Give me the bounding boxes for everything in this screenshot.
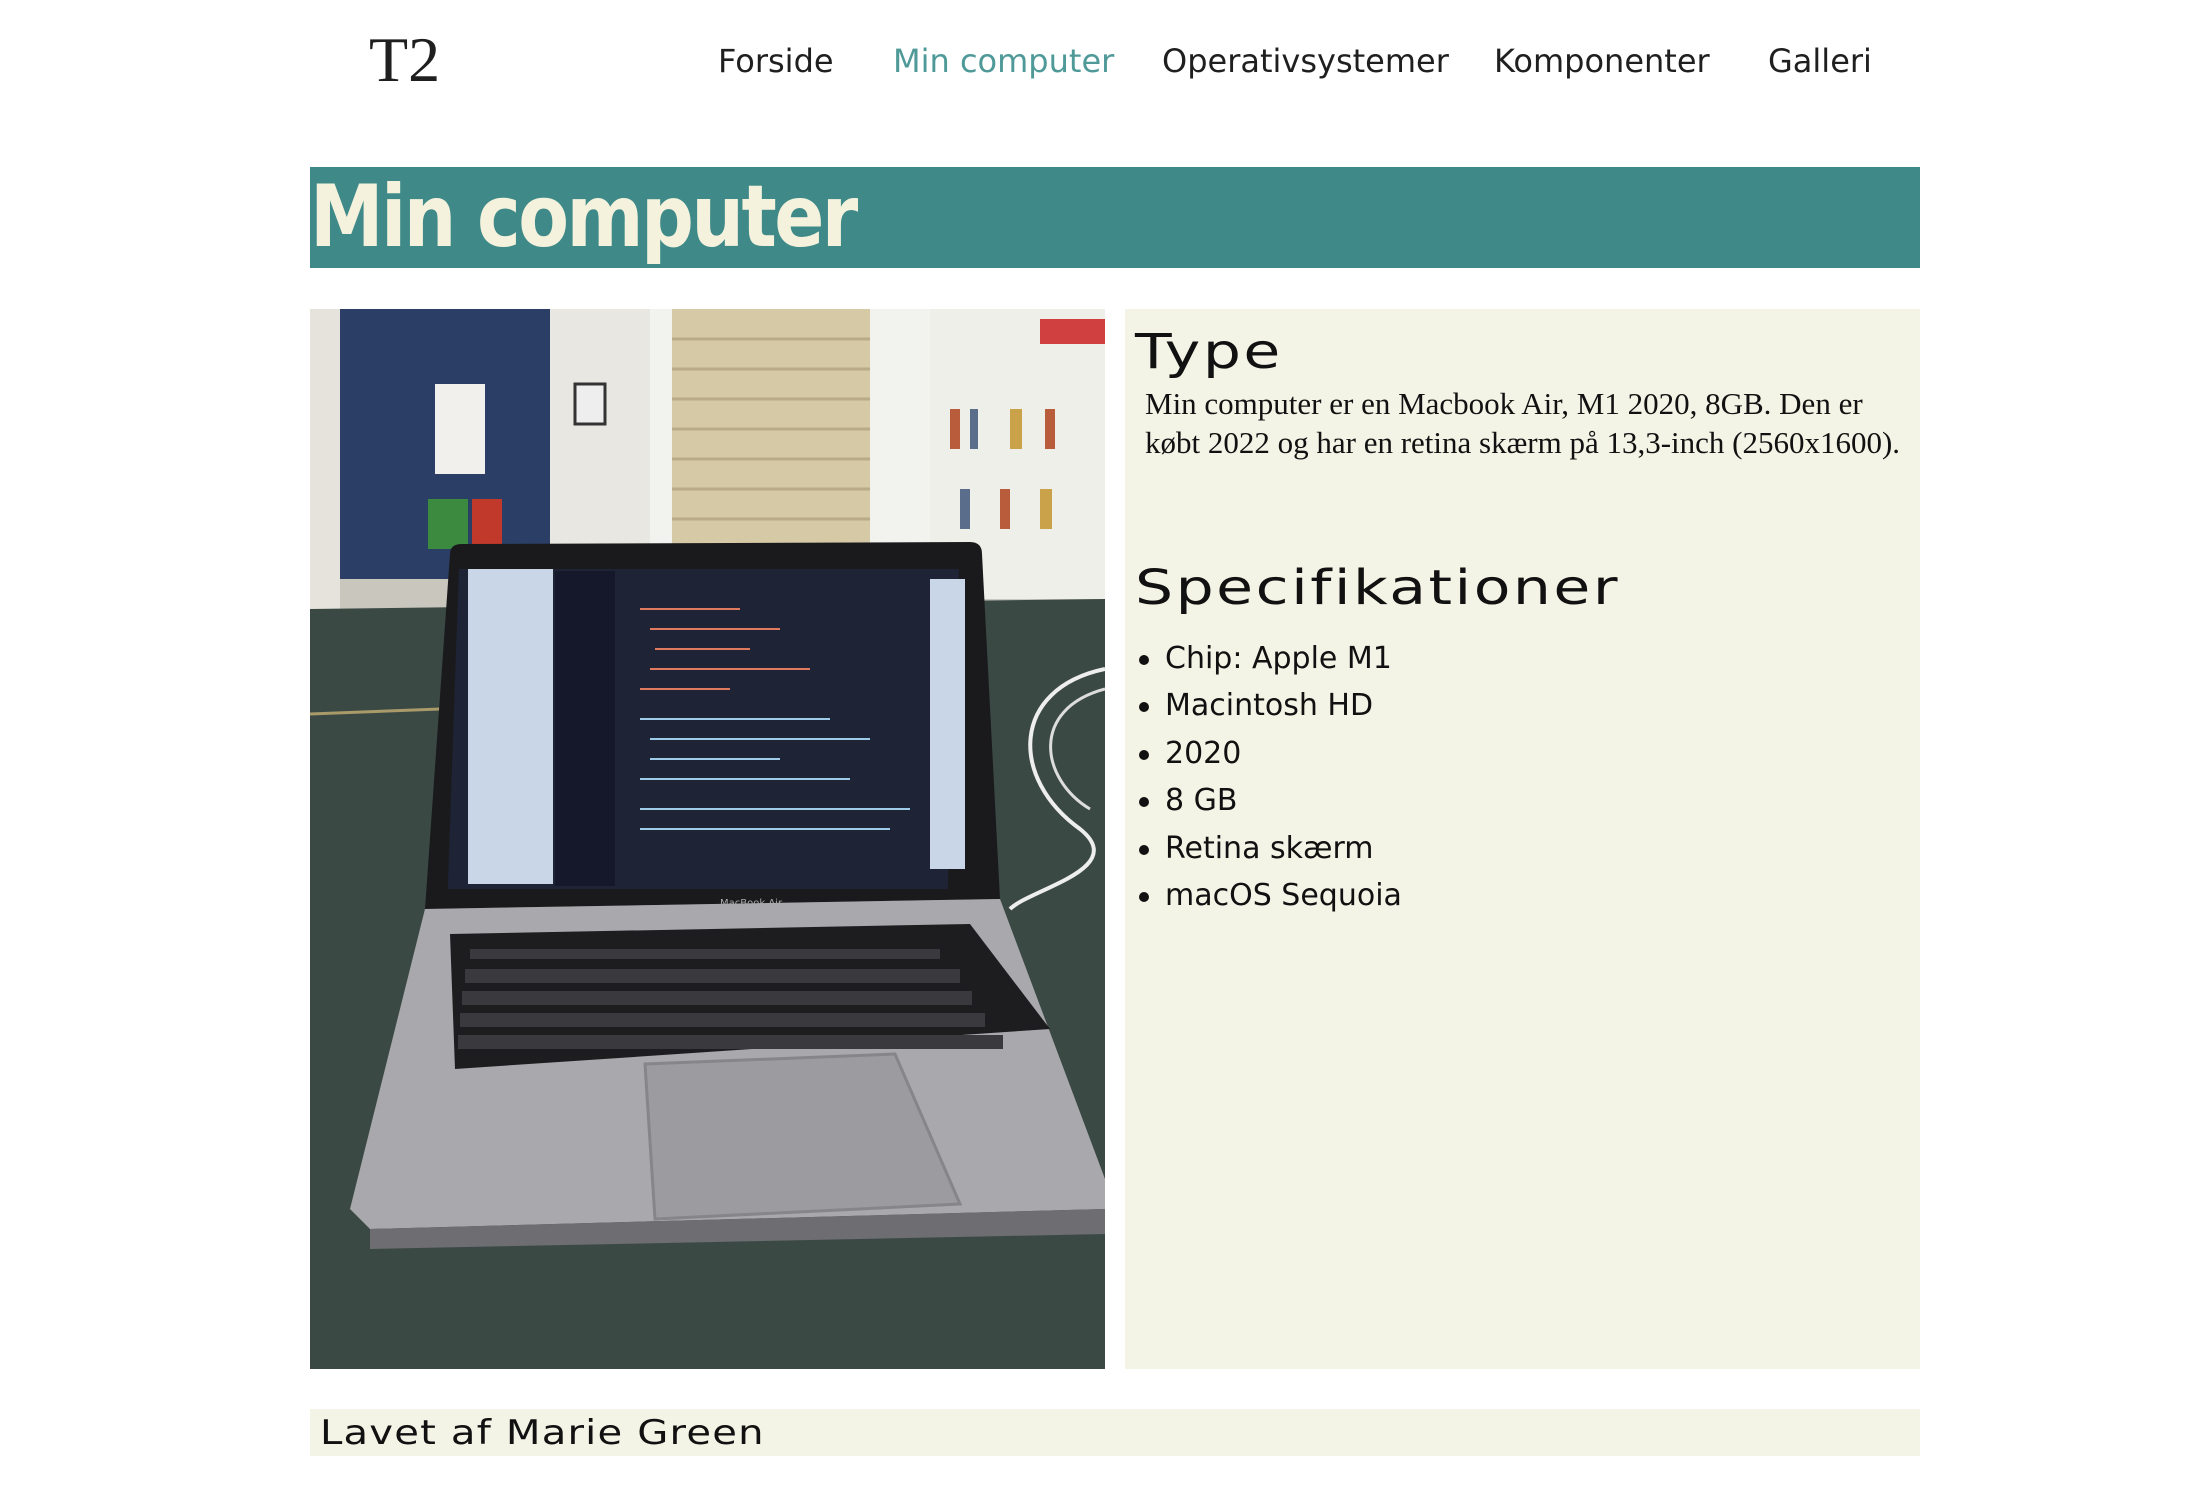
main-nav: Forside Min computer Operativsystemer Ko…	[0, 36, 2208, 86]
specifications-heading: Specifikationer	[1135, 560, 1621, 616]
specifications-list: Chip: Apple M1 Macintosh HD 2020 8 GB Re…	[1135, 635, 1402, 919]
nav-link-min-computer[interactable]: Min computer	[893, 36, 1114, 86]
title-banner: Min computer	[310, 167, 1920, 268]
type-description: Min computer er en Macbook Air, M1 2020,…	[1145, 386, 1901, 460]
type-heading: Type	[1135, 324, 1283, 380]
nav-link-forside[interactable]: Forside	[718, 36, 834, 86]
list-item: Macintosh HD	[1135, 682, 1402, 729]
page-footer: Lavet af Marie Green	[310, 1409, 1920, 1456]
list-item: 8 GB	[1135, 777, 1402, 824]
laptop-photo: MacBook Air	[310, 309, 1105, 1369]
nav-link-komponenter[interactable]: Komponenter	[1494, 36, 1710, 86]
list-item: macOS Sequoia	[1135, 872, 1402, 919]
nav-link-operativsystemer[interactable]: Operativsystemer	[1162, 36, 1449, 86]
info-panel: Type Min computer er en Macbook Air, M1 …	[1125, 309, 1920, 1369]
nav-link-galleri[interactable]: Galleri	[1768, 36, 1872, 86]
list-item: Retina skærm	[1135, 825, 1402, 872]
list-item: Chip: Apple M1	[1135, 635, 1402, 682]
list-item: 2020	[1135, 730, 1402, 777]
page-title: Min computer	[310, 167, 858, 267]
footer-credit: Lavet af Marie Green	[320, 1413, 765, 1453]
